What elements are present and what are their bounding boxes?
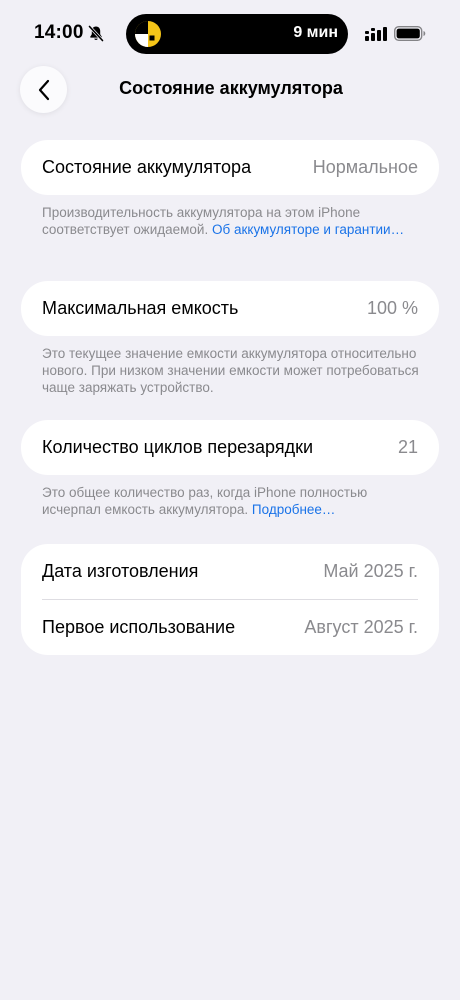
cycle-count-row: Количество циклов перезарядки 21 xyxy=(21,420,439,475)
manufacture-date-value: Май 2025 г. xyxy=(323,561,418,581)
max-capacity-card: Максимальная емкость 100 % xyxy=(21,281,439,336)
battery-health-footnote: Производительность аккумулятора на этом … xyxy=(42,204,422,238)
max-capacity-footnote: Это текущее значение емкости аккумулятор… xyxy=(42,346,419,395)
yandex-go-icon xyxy=(135,21,161,47)
first-use-label: Первое использование xyxy=(42,617,236,637)
battery-health-row: Состояние аккумулятора Нормальное xyxy=(21,140,439,195)
first-use-value: Август 2025 г. xyxy=(304,617,418,637)
cycle-count-label: Количество циклов перезарядки xyxy=(42,437,314,457)
learn-more-link[interactable]: Подробнее… xyxy=(252,502,336,517)
max-capacity-value: 100 % xyxy=(366,298,418,318)
battery-health-value: Нормальное xyxy=(312,157,418,177)
first-use-row: Первое использование Август 2025 г. xyxy=(21,600,439,655)
max-capacity-label: Максимальная емкость xyxy=(42,298,239,318)
island-timer-text: 9 мин xyxy=(293,24,338,41)
manufacture-date-label: Дата изготовления xyxy=(42,561,199,581)
about-battery-link[interactable]: Об аккумуляторе и гаран­тии… xyxy=(212,222,404,237)
cycle-count-footnote: Это общее количество раз, когда iPhone п… xyxy=(42,484,422,518)
cellular-signal-icon xyxy=(365,27,387,41)
status-time: 14:00 xyxy=(34,22,84,43)
dynamic-island[interactable]: 9 мин xyxy=(126,14,348,54)
dates-card: Дата изготовления Май 2025 г. Первое исп… xyxy=(21,544,439,655)
battery-icon xyxy=(394,26,426,41)
cycle-count-value: 21 xyxy=(397,437,418,457)
battery-health-card: Состояние аккумулятора Нормальное xyxy=(21,140,439,195)
manufacture-date-row: Дата изготовления Май 2025 г. xyxy=(21,544,439,599)
status-bar: 14:00 9 мин xyxy=(0,0,460,60)
max-capacity-row: Максимальная емкость 100 % xyxy=(21,281,439,336)
page-title: Состояние аккумулятора xyxy=(119,78,343,98)
navigation-bar: Состояние аккумулятора xyxy=(0,64,460,114)
bell-slash-icon xyxy=(88,25,104,42)
cycle-count-card: Количество циклов перезарядки 21 xyxy=(21,420,439,475)
battery-health-label: Состояние аккумулятора xyxy=(42,157,252,177)
